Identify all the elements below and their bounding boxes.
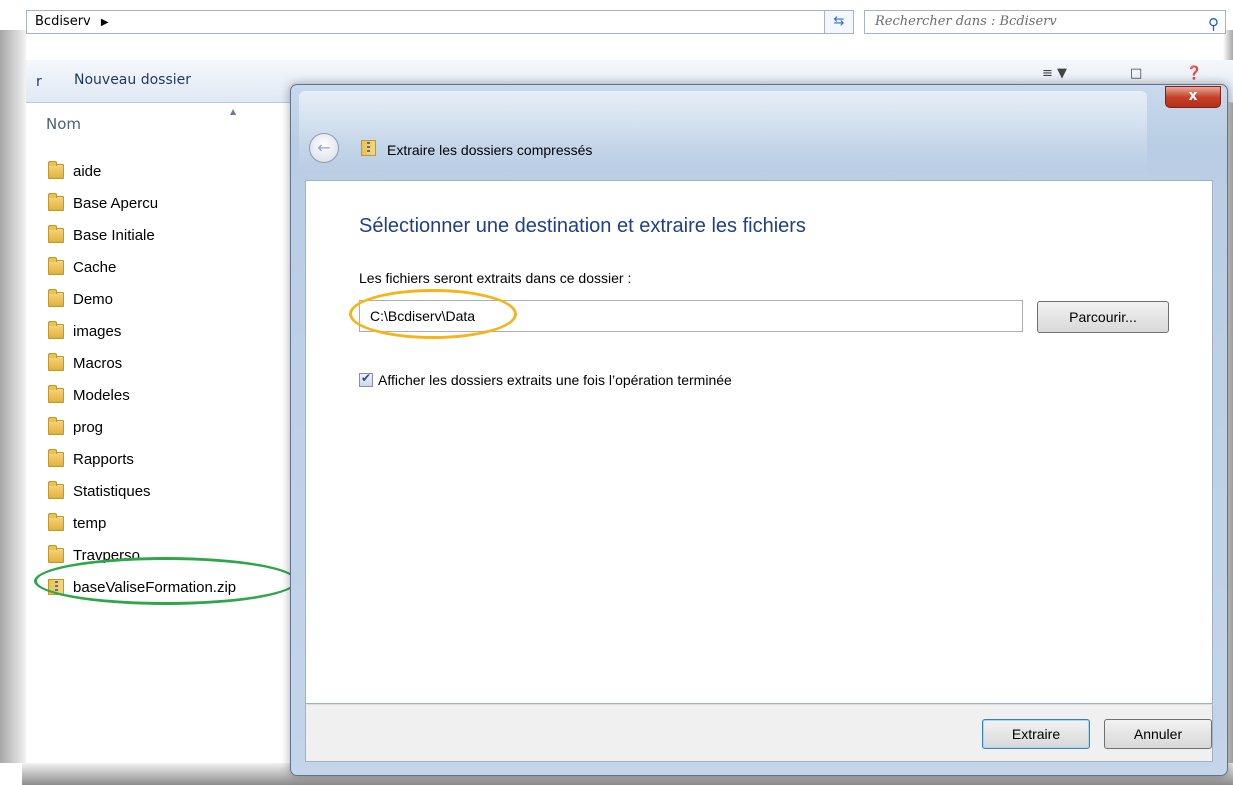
breadcrumb[interactable]: Bcdiserv	[35, 14, 91, 29]
folder-icon	[48, 288, 64, 307]
dialog-title: Extraire les dossiers compressés	[387, 142, 593, 158]
folder-icon	[48, 352, 64, 371]
file-name: temp	[73, 514, 107, 532]
folder-icon	[48, 256, 64, 275]
toolbar-separator: r	[36, 74, 42, 90]
back-arrow-icon: ←	[317, 138, 331, 157]
file-name: prog	[73, 418, 104, 436]
file-name: Rapports	[73, 450, 134, 468]
list-item[interactable]: Statistiques	[26, 475, 236, 507]
cancel-button[interactable]: Annuler	[1104, 719, 1212, 749]
list-item[interactable]: Macros	[26, 347, 236, 379]
search-input[interactable]: Rechercher dans : Bcdiserv ⚲	[864, 10, 1226, 34]
folder-icon	[48, 416, 64, 435]
highlight-circle-zip	[34, 557, 298, 605]
search-icon[interactable]: ⚲	[1208, 13, 1219, 35]
chevron-right-icon[interactable]: ▶	[101, 17, 109, 28]
refresh-button[interactable]: ⇆	[824, 10, 854, 34]
folder-icon	[48, 384, 64, 403]
folder-icon	[48, 512, 64, 531]
back-button[interactable]: ←	[309, 133, 339, 163]
file-name: aide	[73, 162, 102, 180]
folder-icon	[48, 160, 64, 179]
view-options-icon[interactable]: ≡ ▼	[1042, 66, 1067, 81]
new-folder-button[interactable]: Nouveau dossier	[74, 72, 191, 88]
folder-icon	[48, 448, 64, 467]
file-name: Demo	[73, 290, 114, 308]
list-item[interactable]: Rapports	[26, 443, 236, 475]
file-name: Base Apercu	[73, 194, 159, 212]
file-list-pane: Nom ▲ aide Base Apercu Base Initiale Cache D…	[26, 103, 296, 763]
folder-icon	[48, 224, 64, 243]
list-item[interactable]: aide	[26, 155, 236, 187]
list-item[interactable]: Cache	[26, 251, 236, 283]
list-item[interactable]: temp	[26, 507, 236, 539]
preview-pane-icon[interactable]: □	[1130, 66, 1142, 81]
file-name: images	[73, 322, 122, 340]
browse-button[interactable]: Parcourir...	[1037, 301, 1169, 333]
list-item[interactable]: Base Apercu	[26, 187, 236, 219]
folder-icon	[48, 320, 64, 339]
dialog-frame-glass	[299, 91, 1147, 171]
highlight-circle-path	[349, 289, 517, 339]
folder-icon	[48, 544, 64, 563]
help-icon[interactable]: ❓	[1186, 66, 1202, 81]
column-header-name[interactable]: Nom	[46, 115, 81, 133]
list-item[interactable]: Demo	[26, 283, 236, 315]
file-name: Base Initiale	[73, 226, 155, 244]
page-title: Sélectionner une destination et extraire…	[359, 215, 806, 237]
search-placeholder: Rechercher dans : Bcdiserv	[875, 14, 1057, 29]
folder-icon	[48, 192, 64, 211]
file-name: Macros	[73, 354, 123, 372]
extract-dialog: x ← Extraire les dossiers compressés Sél…	[290, 84, 1228, 776]
file-name: Statistiques	[73, 482, 151, 500]
dialog-footer: Extraire Annuler	[305, 704, 1213, 762]
destination-label: Les fichiers seront extraits dans ce dos…	[359, 270, 632, 286]
list-item[interactable]: images	[26, 315, 236, 347]
refresh-icon: ⇆	[833, 14, 845, 29]
list-item[interactable]: Modeles	[26, 379, 236, 411]
show-extracted-checkbox[interactable]	[359, 371, 373, 387]
list-item[interactable]: Base Initiale	[26, 219, 236, 251]
show-extracted-label[interactable]: Afficher les dossiers extraits une fois …	[378, 372, 732, 388]
sort-arrow-icon: ▲	[230, 107, 237, 116]
file-name: Modeles	[73, 386, 130, 404]
window-shadow	[0, 30, 26, 763]
folder-icon	[48, 480, 64, 499]
close-button[interactable]: x	[1165, 86, 1221, 108]
file-list: aide Base Apercu Base Initiale Cache Demo ima…	[26, 155, 236, 603]
extract-button[interactable]: Extraire	[982, 719, 1090, 749]
list-item[interactable]: prog	[26, 411, 236, 443]
file-name: Cache	[73, 258, 117, 276]
show-extracted-option[interactable]: Afficher les dossiers extraits une fois …	[359, 371, 732, 388]
zip-folder-icon	[361, 140, 376, 156]
address-bar[interactable]: Bcdiserv ▶ ▼	[26, 10, 846, 34]
dialog-content: Sélectionner une destination et extraire…	[305, 180, 1213, 704]
close-icon: x	[1188, 88, 1198, 104]
